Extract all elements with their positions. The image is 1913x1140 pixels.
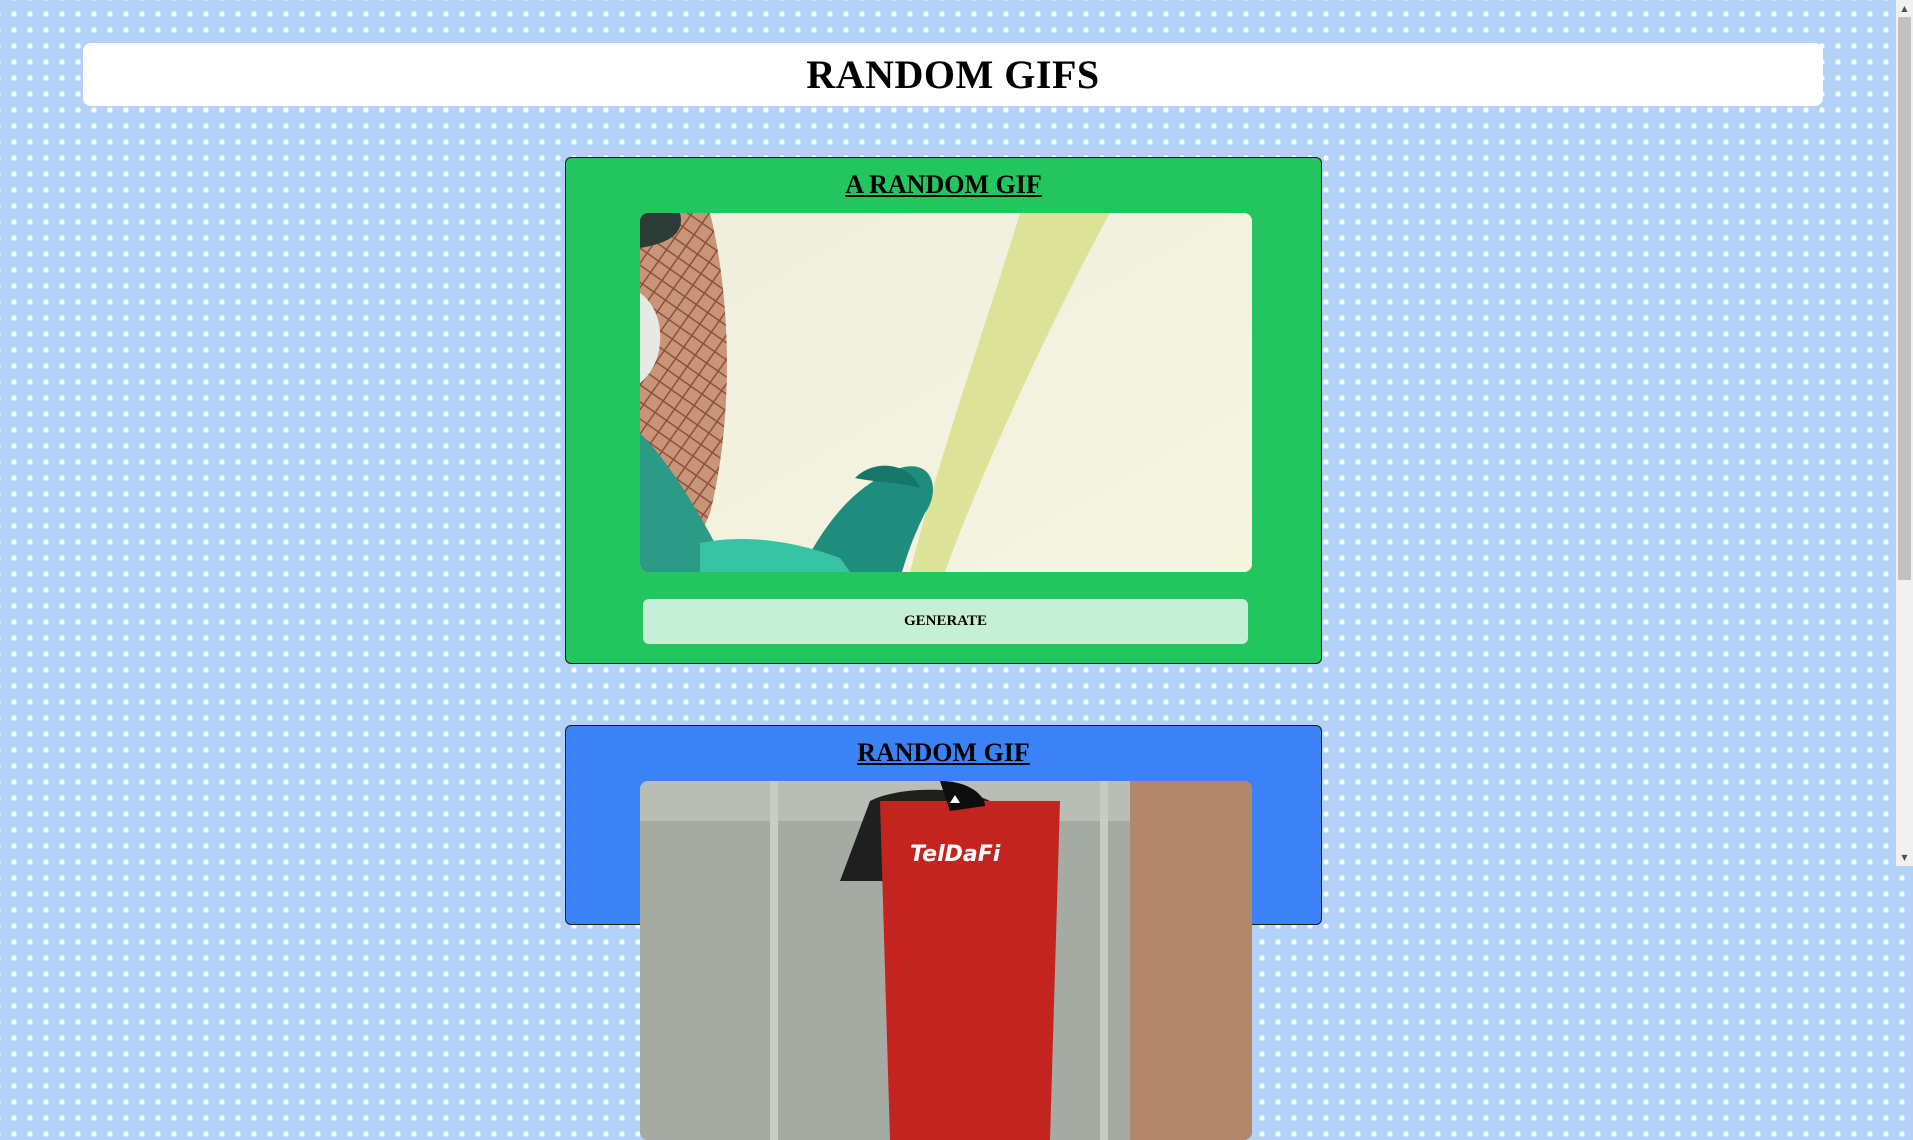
random-gif-card: A RANDOM GIF GENERATE (565, 157, 1322, 664)
random-gif-card-2: RANDOM GIF TelDaFi (565, 725, 1322, 1140)
generate-button[interactable]: GENERATE (643, 599, 1248, 644)
scroll-down-arrow-icon[interactable]: ▼ (1896, 849, 1913, 866)
scroll-up-arrow-icon[interactable]: ▲ (1896, 0, 1913, 17)
card-title: A RANDOM GIF (845, 170, 1042, 199)
page-header: RANDOM GIFS (83, 43, 1823, 106)
page-title: RANDOM GIFS (806, 52, 1100, 97)
vertical-scrollbar[interactable]: ▲ ▼ (1896, 0, 1913, 866)
jersey-text: TelDaFi (910, 842, 1001, 867)
gif-image-2: TelDaFi (640, 781, 1252, 1140)
gif-image (640, 213, 1252, 572)
card-title-2: RANDOM GIF (857, 738, 1030, 767)
scrollbar-thumb[interactable] (1898, 17, 1911, 580)
